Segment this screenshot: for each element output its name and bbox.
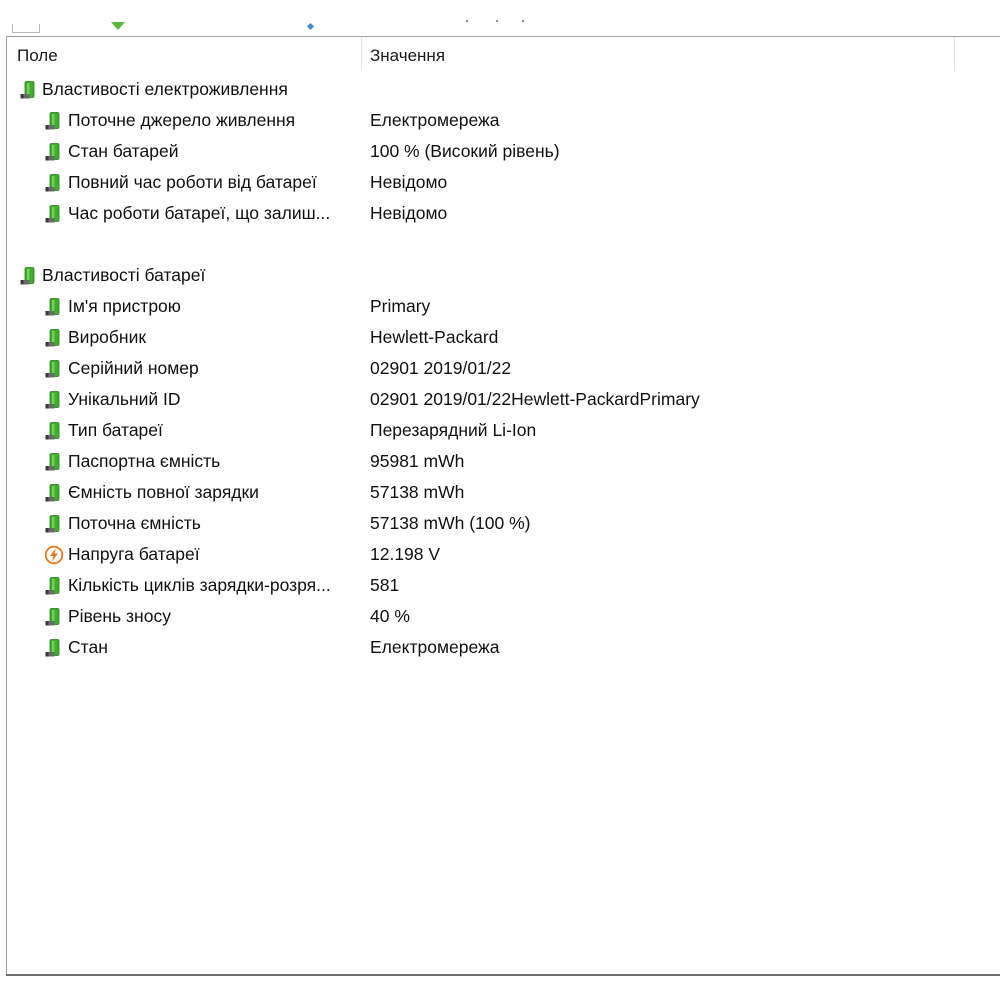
property-field: Ємність повної зарядки [68,482,259,502]
property-field: Поточне джерело живлення [68,110,296,130]
toolbar-separator [466,20,468,22]
property-row[interactable]: Виробник Hewlett-Packard [7,322,1000,353]
battery-icon [44,111,64,131]
property-row[interactable]: Унікальний ID 02901 2019/01/22Hewlett-Pac… [7,384,1000,415]
toolbar [0,0,1000,36]
group-title: Властивості електроживлення [42,79,288,99]
property-row[interactable]: Час роботи батареї, що залиш... Невідомо [7,198,1000,229]
property-value: 95981 mWh [370,451,465,471]
property-row[interactable]: Напруга батареї 12.198 V [7,539,1000,570]
property-value: 100 % (Високий рівень) [370,141,560,161]
toolbar-separator [496,20,498,22]
battery-icon [19,266,39,286]
property-row[interactable]: Тип батареї Перезарядний Li-Ion [7,415,1000,446]
battery-icon [44,142,64,162]
battery-icon [44,607,64,627]
property-field: Стан батарей [68,141,179,161]
property-value: 12.198 V [370,544,441,564]
battery-icon [44,483,64,503]
group-row[interactable]: Властивості електроживлення [7,74,1000,105]
property-field: Поточна ємність [68,513,201,533]
property-value: Перезарядний Li-Ion [370,420,537,440]
property-row[interactable]: Паспортна ємність 95981 mWh [7,446,1000,477]
property-field: Паспортна ємність [68,451,221,471]
property-row[interactable]: Кількість циклів зарядки-розря... 581 [7,570,1000,601]
list-header: Поле Значення [7,37,1000,71]
property-field: Стан [68,637,108,657]
property-row[interactable]: Поточне джерело живлення Електромережа [7,105,1000,136]
property-row[interactable]: Стан Електромережа [7,632,1000,663]
column-header-value[interactable]: Значення [370,37,445,71]
property-field: Ім'я пристрою [68,296,181,316]
property-field: Рівень зносу [68,606,171,626]
property-field: Повний час роботи від батареї [68,172,317,192]
property-value: 02901 2019/01/22Hewlett-PackardPrimary [370,389,700,409]
battery-icon [44,297,64,317]
property-value: 57138 mWh [370,482,465,502]
column-divider[interactable] [954,37,955,71]
toolbar-arrow-icon[interactable] [111,22,125,30]
toolbar-button-icon[interactable] [12,24,40,33]
property-field: Тип батареї [68,420,163,440]
property-value: Primary [370,296,431,316]
property-row[interactable]: Повний час роботи від батареї Невідомо [7,167,1000,198]
property-row[interactable]: Ємність повної зарядки 57138 mWh [7,477,1000,508]
battery-icon [44,204,64,224]
properties-list[interactable]: Поле Значення Властивості електроживленн… [6,36,1000,975]
property-value: Невідомо [370,172,448,192]
property-field: Напруга батареї [68,544,200,564]
battery-icon [44,328,64,348]
property-row[interactable]: Серійний номер 02901 2019/01/22 [7,353,1000,384]
property-field: Кількість циклів зарядки-розря... [68,575,331,595]
battery-icon [44,173,64,193]
battery-icon [44,576,64,596]
battery-icon [44,514,64,534]
battery-icon [19,80,39,100]
property-value: 581 [370,575,400,595]
property-value: 02901 2019/01/22 [370,358,512,378]
toolbar-edit-icon[interactable] [306,22,315,31]
column-divider[interactable] [361,37,362,71]
column-header-field[interactable]: Поле [17,37,58,71]
property-row[interactable]: Рівень зносу 40 % [7,601,1000,632]
property-field: Серійний номер [68,358,199,378]
property-value: 57138 mWh (100 %) [370,513,531,533]
property-value: Невідомо [370,203,448,223]
battery-icon [44,390,64,410]
battery-icon [44,638,64,658]
property-value: Електромережа [370,110,500,130]
battery-icon [44,452,64,472]
group-row[interactable]: Властивості батареї [7,260,1000,291]
property-field: Унікальний ID [68,389,181,409]
property-value: Hewlett-Packard [370,327,499,347]
property-row[interactable]: Стан батарей 100 % (Високий рівень) [7,136,1000,167]
voltage-icon [44,545,64,565]
panel-bottom-border [6,974,1000,976]
property-row[interactable]: Ім'я пристрою Primary [7,291,1000,322]
property-value: 40 % [370,606,410,626]
toolbar-separator [522,20,524,22]
group-title: Властивості батареї [42,265,206,285]
property-field: Виробник [68,327,147,347]
battery-icon [44,421,64,441]
property-value: Електромережа [370,637,500,657]
property-row[interactable]: Поточна ємність 57138 mWh (100 %) [7,508,1000,539]
property-field: Час роботи батареї, що залиш... [68,203,331,223]
battery-icon [44,359,64,379]
